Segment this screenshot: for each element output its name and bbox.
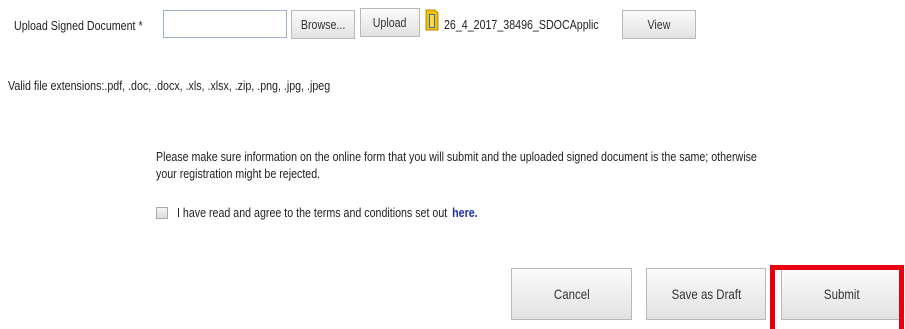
cancel-button[interactable]: Cancel [511, 268, 632, 320]
cancel-button-label: Cancel [553, 286, 590, 302]
document-file-icon [424, 8, 440, 32]
view-button-label: View [647, 17, 671, 32]
save-as-draft-button-label: Save as Draft [671, 286, 741, 302]
view-button[interactable]: View [622, 10, 696, 39]
upload-signed-document-label: Upload Signed Document * [14, 16, 171, 36]
upload-label-text: Upload Signed Document * [14, 18, 143, 33]
upload-button-label: Upload [373, 15, 407, 30]
terms-agreement: I have read and agree to the terms and c… [177, 204, 544, 222]
save-as-draft-button[interactable]: Save as Draft [646, 268, 766, 320]
upload-button[interactable]: Upload [360, 8, 420, 37]
valid-extensions-text: Valid file extensions:.pdf, .doc, .docx,… [8, 78, 331, 93]
file-path-input[interactable] [163, 10, 287, 38]
uploaded-file-name[interactable]: 26_4_2017_38496_SDOCApplic [444, 15, 633, 35]
browse-button-label: Browse... [300, 17, 346, 32]
browse-button[interactable]: Browse... [291, 10, 355, 39]
submit-button[interactable]: Submit [781, 268, 902, 320]
terms-agreement-text: I have read and agree to the terms and c… [177, 205, 448, 220]
terms-here-link[interactable]: here. [452, 205, 477, 220]
notice-line-1: Please make sure information on the onli… [156, 149, 757, 164]
terms-agree-checkbox[interactable] [156, 207, 168, 219]
consistency-notice: Please make sure information on the onli… [156, 148, 889, 182]
notice-line-2: your registration might be rejected. [156, 166, 321, 181]
valid-extensions-note: Valid file extensions:.pdf, .doc, .docx,… [8, 77, 401, 95]
submit-button-label: Submit [823, 286, 860, 302]
uploaded-file-name-text: 26_4_2017_38496_SDOCApplic [444, 17, 599, 32]
